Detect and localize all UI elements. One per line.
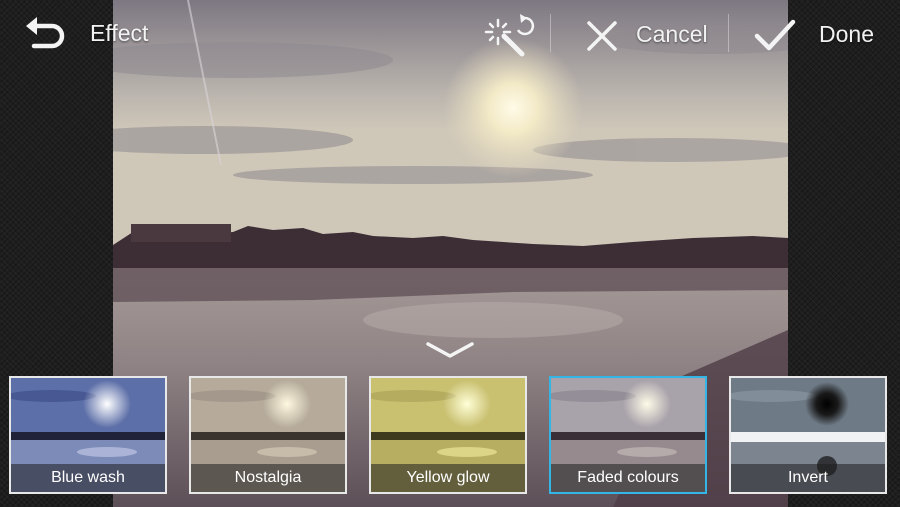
done-button[interactable]: Done (745, 10, 885, 60)
back-button[interactable] (22, 14, 70, 56)
effect-label: Blue wash (11, 464, 165, 492)
divider (728, 14, 729, 52)
close-icon (587, 21, 617, 51)
screen-title: Effect (90, 20, 149, 46)
divider (550, 14, 551, 52)
effect-label: Faded colours (551, 464, 705, 492)
effect-thumb-invert[interactable]: Invert (729, 376, 887, 494)
effect-label: Invert (731, 464, 885, 492)
effect-thumb-faded-colours[interactable]: Faded colours (549, 376, 707, 494)
auto-adjust-button[interactable] (482, 10, 538, 60)
cancel-label: Cancel (636, 21, 708, 47)
magic-wand-undo-icon (484, 14, 535, 57)
back-arrow-icon (26, 17, 65, 49)
effect-label: Yellow glow (371, 464, 525, 492)
effect-label: Nostalgia (191, 464, 345, 492)
effect-thumb-blue-wash[interactable]: Blue wash (9, 376, 167, 494)
effect-thumb-nostalgia[interactable]: Nostalgia (189, 376, 347, 494)
done-label: Done (819, 21, 874, 47)
collapse-effects-button[interactable] (420, 336, 480, 366)
cancel-button[interactable]: Cancel (578, 10, 718, 60)
effects-strip: Blue wash Nostalgia Yellow glow Faded co… (0, 376, 900, 498)
effect-thumb-yellow-glow[interactable]: Yellow glow (369, 376, 527, 494)
chevron-down-icon (426, 342, 474, 358)
checkmark-icon (754, 19, 796, 51)
action-bar: Effect Cancel Done (0, 0, 900, 70)
